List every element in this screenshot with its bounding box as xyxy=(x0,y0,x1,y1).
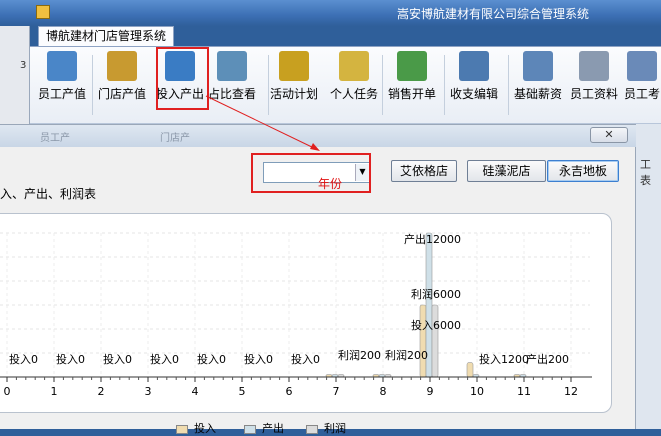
data-label: 投入0 xyxy=(197,352,226,366)
chart-bar xyxy=(431,304,439,378)
x-tick-label: 9 xyxy=(427,385,434,398)
toolbar-label-4: 占比查看 xyxy=(208,87,257,101)
legend-swatch-3 xyxy=(306,424,318,434)
x-tick-label: 5 xyxy=(239,385,246,398)
toolbar-icon-1 xyxy=(47,51,77,81)
data-label: 投入0 xyxy=(150,352,179,366)
data-label: 产出200 xyxy=(526,352,569,366)
x-tick-label: 8 xyxy=(380,385,387,398)
data-label: 利润6000 xyxy=(411,287,461,301)
toolbar-button-2[interactable]: 门店产值 xyxy=(98,51,146,102)
toolbar-icon-8 xyxy=(459,51,489,81)
toolbar-label-11: 员工考 xyxy=(624,87,661,101)
toolbar-icon-11 xyxy=(627,51,657,81)
data-label: 投入0 xyxy=(244,352,273,366)
toolbar-label-2: 门店产值 xyxy=(98,87,147,101)
chart-subtitle: 入、产出、利润表 xyxy=(0,187,97,201)
toolbar-icon-7 xyxy=(397,51,427,81)
toolbar-label-6: 个人任务 xyxy=(330,87,379,101)
store-button-3[interactable]: 永吉地板 xyxy=(547,160,619,182)
highlight-box-tool xyxy=(156,47,209,110)
toolbar-button-1[interactable]: 员工产值 xyxy=(38,51,86,102)
data-label: 投入1200 xyxy=(479,352,529,366)
x-tick-label: 12 xyxy=(564,385,578,398)
toolbar-icon-10 xyxy=(579,51,609,81)
tab-main[interactable]: 博航建材门店管理系统 xyxy=(38,26,175,46)
toolbar-separator xyxy=(508,55,509,115)
toolbar-label-9: 基础薪资 xyxy=(514,87,563,101)
legend-item-3: 利润 xyxy=(306,420,346,436)
toolbar-icon-5 xyxy=(279,51,309,81)
toolbar-separator xyxy=(92,55,93,115)
toolbar-button-7[interactable]: 销售开单 xyxy=(388,51,436,102)
toolbar-label-8: 收支编辑 xyxy=(450,87,499,101)
chart-bar xyxy=(466,362,474,378)
left-strip-text: 3 xyxy=(20,60,27,71)
title-bar: 嵩安博航建材有限公司综合管理系统 xyxy=(0,0,661,26)
chart: 0 1 2 3 4 5 6 7 8 9 10 11 12投入0 投入0 投入0 投入0 投入0 投入0 投入0 利润2… xyxy=(0,232,592,398)
data-label: 产出12000 xyxy=(404,232,461,246)
toolbar-label-10: 员工资料 xyxy=(570,87,619,101)
right-panel-text: 工表 xyxy=(640,158,651,187)
toolbar-icon-2 xyxy=(107,51,137,81)
toolbar-separator xyxy=(444,55,445,115)
ghost-tab-2: 门店产 xyxy=(160,133,190,144)
toolbar-icon-4 xyxy=(217,51,247,81)
highlight-box-year xyxy=(251,153,371,193)
x-tick-label: 11 xyxy=(517,385,531,398)
chart-bar xyxy=(419,304,427,378)
toolbar-separator xyxy=(268,55,269,115)
store-button-1[interactable]: 艾依格店 xyxy=(391,160,457,182)
legend-swatch-2 xyxy=(244,424,256,434)
x-tick-label: 10 xyxy=(470,385,484,398)
ghost-tab-1: 员工产 xyxy=(40,133,70,144)
data-label: 投入0 xyxy=(9,352,38,366)
data-label: 投入0 xyxy=(291,352,320,366)
year-annotation: 年份 xyxy=(318,177,343,191)
data-label: 投入6000 xyxy=(411,318,461,332)
store-button-2[interactable]: 硅藻泥店 xyxy=(467,160,546,182)
dialog-titlebar: 员工产 门店产 ✕ xyxy=(0,125,636,147)
legend-item-2: 产出 xyxy=(244,420,284,436)
x-tick-label: 6 xyxy=(286,385,293,398)
toolbar-button-11[interactable]: 员工考 xyxy=(624,51,660,102)
data-label: 利润200 xyxy=(385,348,428,362)
legend-item-1: 投入 xyxy=(176,420,216,436)
app-icon xyxy=(36,5,50,19)
close-button[interactable]: ✕ xyxy=(590,127,628,143)
toolbar: 员工产值 门店产值 投入产出 占比查看 活动计划 个人任务 销售开单 收支编辑 基础薪资 员工资料… xyxy=(30,46,661,124)
toolbar-icon-6 xyxy=(339,51,369,81)
toolbar-button-5[interactable]: 活动计划 xyxy=(270,51,318,102)
x-tick-label: 2 xyxy=(98,385,105,398)
toolbar-icon-9 xyxy=(523,51,553,81)
data-label: 利润200 xyxy=(338,348,381,362)
toolbar-label-5: 活动计划 xyxy=(270,87,319,101)
x-tick-label: 0 xyxy=(4,385,11,398)
toolbar-button-4[interactable]: 占比查看 xyxy=(208,51,256,102)
data-label: 投入0 xyxy=(56,352,85,366)
legend-swatch-1 xyxy=(176,424,188,434)
toolbar-label-1: 员工产值 xyxy=(38,87,87,101)
x-tick-label: 7 xyxy=(333,385,340,398)
toolbar-button-6[interactable]: 个人任务 xyxy=(330,51,378,102)
x-tick-label: 4 xyxy=(192,385,199,398)
x-tick-label: 1 xyxy=(51,385,58,398)
data-label: 投入0 xyxy=(103,352,132,366)
window-title: 嵩安博航建材有限公司综合管理系统 xyxy=(396,7,589,21)
toolbar-button-9[interactable]: 基础薪资 xyxy=(514,51,562,102)
toolbar-separator xyxy=(382,55,383,115)
toolbar-label-7: 销售开单 xyxy=(388,87,437,101)
x-tick-label: 3 xyxy=(145,385,152,398)
toolbar-button-8[interactable]: 收支编辑 xyxy=(450,51,498,102)
toolbar-button-10[interactable]: 员工资料 xyxy=(570,51,618,102)
